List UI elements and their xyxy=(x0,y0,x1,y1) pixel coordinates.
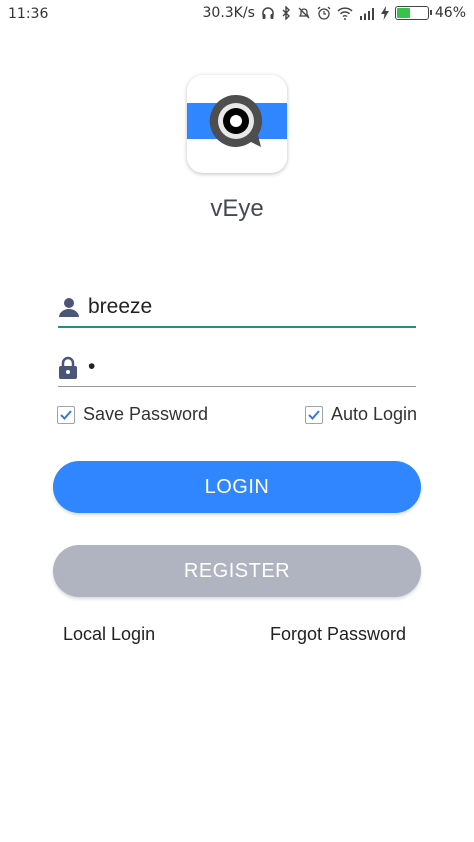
forgot-password-link[interactable]: Forgot Password xyxy=(270,624,406,645)
status-time: 11:36 xyxy=(8,6,49,22)
username-input[interactable] xyxy=(88,292,408,322)
bluetooth-icon xyxy=(281,6,291,20)
save-password-checkbox[interactable] xyxy=(57,405,75,424)
signal-icon xyxy=(359,7,375,20)
username-field[interactable] xyxy=(58,290,416,328)
status-bar: 11:36 30.3K/s 46% xyxy=(0,0,474,30)
camera-logo-icon xyxy=(187,94,287,147)
register-button[interactable]: REGISTER xyxy=(53,545,421,597)
local-login-link[interactable]: Local Login xyxy=(63,624,155,645)
password-field[interactable] xyxy=(58,350,416,387)
status-icons: 30.3K/s 46% xyxy=(203,5,467,21)
password-input[interactable] xyxy=(88,352,408,382)
auto-login-checkbox[interactable] xyxy=(305,405,323,424)
save-password-option[interactable]: Save Password xyxy=(57,404,208,425)
charging-icon xyxy=(380,6,389,20)
wifi-icon xyxy=(337,6,353,20)
auto-login-option[interactable]: Auto Login xyxy=(305,404,417,425)
checkmark-icon xyxy=(308,409,320,420)
login-button[interactable]: LOGIN xyxy=(53,461,421,513)
net-speed: 30.3K/s xyxy=(202,5,255,21)
checkmark-icon xyxy=(60,409,72,420)
headphones-icon xyxy=(261,6,275,20)
battery-icon xyxy=(394,6,432,20)
user-icon xyxy=(58,296,80,323)
battery-fill xyxy=(396,8,410,18)
app-logo xyxy=(187,75,287,173)
auto-login-label: Auto Login xyxy=(331,404,418,424)
alarm-icon xyxy=(317,6,331,20)
lock-icon xyxy=(58,356,78,385)
save-password-label: Save Password xyxy=(83,404,209,424)
app-name: vEye xyxy=(210,195,264,222)
battery-percent: 46% xyxy=(434,5,466,21)
mute-icon xyxy=(297,6,311,20)
